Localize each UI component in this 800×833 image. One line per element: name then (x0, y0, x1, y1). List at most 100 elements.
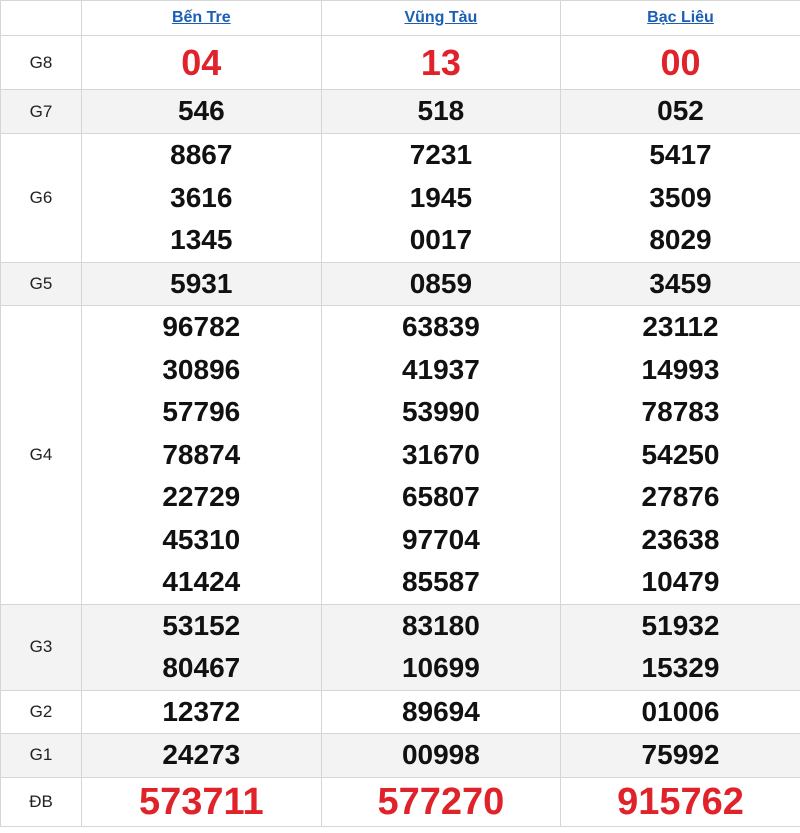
prize-cell: 51932 15329 (560, 603, 800, 691)
prize-number: 54250 (641, 438, 720, 470)
header-row: Bến Tre Vũng Tàu Bạc Liêu (0, 0, 800, 36)
prize-number: 57796 (162, 396, 241, 427)
prize-number: 12372 (162, 695, 241, 727)
prize-row-g8: G8 04 13 00 (0, 35, 800, 90)
prize-number: 24273 (162, 739, 241, 770)
prize-label: G7 (0, 89, 82, 134)
prize-number: 41424 (162, 566, 241, 597)
prize-number: 65807 (401, 481, 480, 512)
prize-cell: 577270 (320, 776, 562, 827)
prize-number: 8867 (170, 139, 233, 170)
prize-number: 10479 (641, 566, 720, 597)
prize-label: ĐB (0, 776, 82, 827)
prize-row-g1: G1 24273 00998 75992 (0, 733, 800, 778)
prize-number: 30896 (162, 353, 241, 385)
prize-row-db: ĐB 573711 577270 915762 (0, 776, 800, 827)
header-province-3: Bạc Liêu (560, 0, 800, 36)
prize-label: G3 (0, 603, 82, 691)
prize-label: G8 (0, 35, 82, 90)
prize-cell: 12372 (81, 689, 322, 734)
prize-label: G5 (0, 261, 82, 306)
prize-number: 23638 (641, 523, 720, 555)
prize-cell: 83180 10699 (320, 603, 562, 691)
prize-cell: 01006 (560, 689, 800, 734)
prize-row-g6: G6 8867 3616 1345 7231 1945 0017 5417 35… (0, 133, 800, 263)
prize-row-g7: G7 546 518 052 (0, 89, 800, 134)
prize-row-g4: G4 96782 30896 57796 78874 22729 45310 4… (0, 305, 800, 605)
prize-cell: 00998 (320, 733, 562, 778)
prize-cell: 24273 (81, 733, 322, 778)
prize-cell: 5417 3509 8029 (560, 133, 800, 263)
prize-number: 83180 (401, 609, 480, 641)
prize-row-g5: G5 5931 0859 3459 (0, 261, 800, 306)
prize-cell: 5931 (81, 261, 322, 306)
header-corner (0, 0, 82, 36)
prize-number: 75992 (641, 739, 720, 770)
prize-number: 01006 (641, 695, 720, 727)
lottery-results-table: Bến Tre Vũng Tàu Bạc Liêu G8 04 13 00 G7… (0, 0, 800, 827)
prize-number: 53152 (162, 609, 241, 641)
prize-number: 27876 (641, 481, 720, 512)
prize-number: 85587 (401, 566, 480, 597)
prize-number: 63839 (401, 311, 480, 342)
special-prize-number: 573711 (138, 780, 264, 823)
prize-label: G2 (0, 689, 82, 734)
prize-cell: 8867 3616 1345 (81, 133, 322, 263)
prize-row-g2: G2 12372 89694 01006 (0, 689, 800, 734)
province-link-ben-tre[interactable]: Bến Tre (172, 9, 231, 26)
prize-number: 518 (417, 95, 465, 127)
special-prize-number: 915762 (617, 780, 744, 823)
prize-number: 53990 (401, 396, 480, 427)
header-province-1: Bến Tre (81, 0, 322, 36)
prize-number: 8029 (649, 224, 712, 255)
prize-cell: 573711 (81, 776, 322, 827)
province-link-bac-lieu[interactable]: Bạc Liêu (647, 9, 714, 26)
prize-number: 14993 (641, 353, 720, 385)
prize-cell: 915762 (560, 776, 800, 827)
prize-number: 5931 (170, 267, 233, 299)
province-link-vung-tau[interactable]: Vũng Tàu (404, 9, 477, 26)
prize-number: 00 (660, 41, 701, 83)
prize-number: 97704 (401, 523, 480, 555)
prize-label: G1 (0, 733, 82, 778)
prize-cell: 89694 (320, 689, 562, 734)
prize-number: 41937 (401, 353, 480, 385)
prize-cell: 04 (81, 35, 322, 90)
prize-label: G6 (0, 133, 82, 263)
prize-number: 89694 (401, 695, 480, 727)
prize-number: 78783 (641, 396, 720, 427)
prize-number: 1345 (170, 224, 233, 255)
prize-cell: 23112 14993 78783 54250 27876 23638 1047… (560, 305, 800, 605)
prize-number: 78874 (162, 438, 241, 470)
prize-number: 00998 (401, 739, 480, 770)
prize-label: G4 (0, 305, 82, 605)
prize-number: 3459 (649, 267, 712, 299)
prize-number: 51932 (641, 609, 720, 641)
special-prize-number: 577270 (377, 780, 505, 823)
prize-cell: 63839 41937 53990 31670 65807 97704 8558… (320, 305, 562, 605)
prize-cell: 518 (320, 89, 562, 134)
prize-number: 3616 (170, 181, 233, 213)
prize-number: 5417 (649, 139, 712, 170)
prize-cell: 13 (320, 35, 562, 90)
prize-cell: 53152 80467 (81, 603, 322, 691)
prize-number: 052 (657, 95, 704, 127)
header-province-2: Vũng Tàu (320, 0, 562, 36)
prize-row-g3: G3 53152 80467 83180 10699 51932 15329 (0, 603, 800, 691)
prize-cell: 00 (560, 35, 800, 90)
prize-cell: 0859 (320, 261, 562, 306)
prize-number: 31670 (401, 438, 480, 470)
prize-number: 0017 (409, 224, 473, 255)
prize-cell: 052 (560, 89, 800, 134)
prize-number: 80467 (162, 652, 241, 683)
prize-number: 7231 (409, 139, 473, 170)
prize-number: 0859 (409, 267, 473, 299)
prize-cell: 75992 (560, 733, 800, 778)
prize-number: 3509 (649, 181, 712, 213)
prize-number: 10699 (401, 652, 480, 683)
prize-number: 96782 (162, 311, 241, 342)
prize-cell: 96782 30896 57796 78874 22729 45310 4142… (81, 305, 322, 605)
prize-number: 04 (181, 41, 222, 83)
prize-number: 45310 (162, 523, 241, 555)
prize-number: 13 (420, 41, 461, 83)
